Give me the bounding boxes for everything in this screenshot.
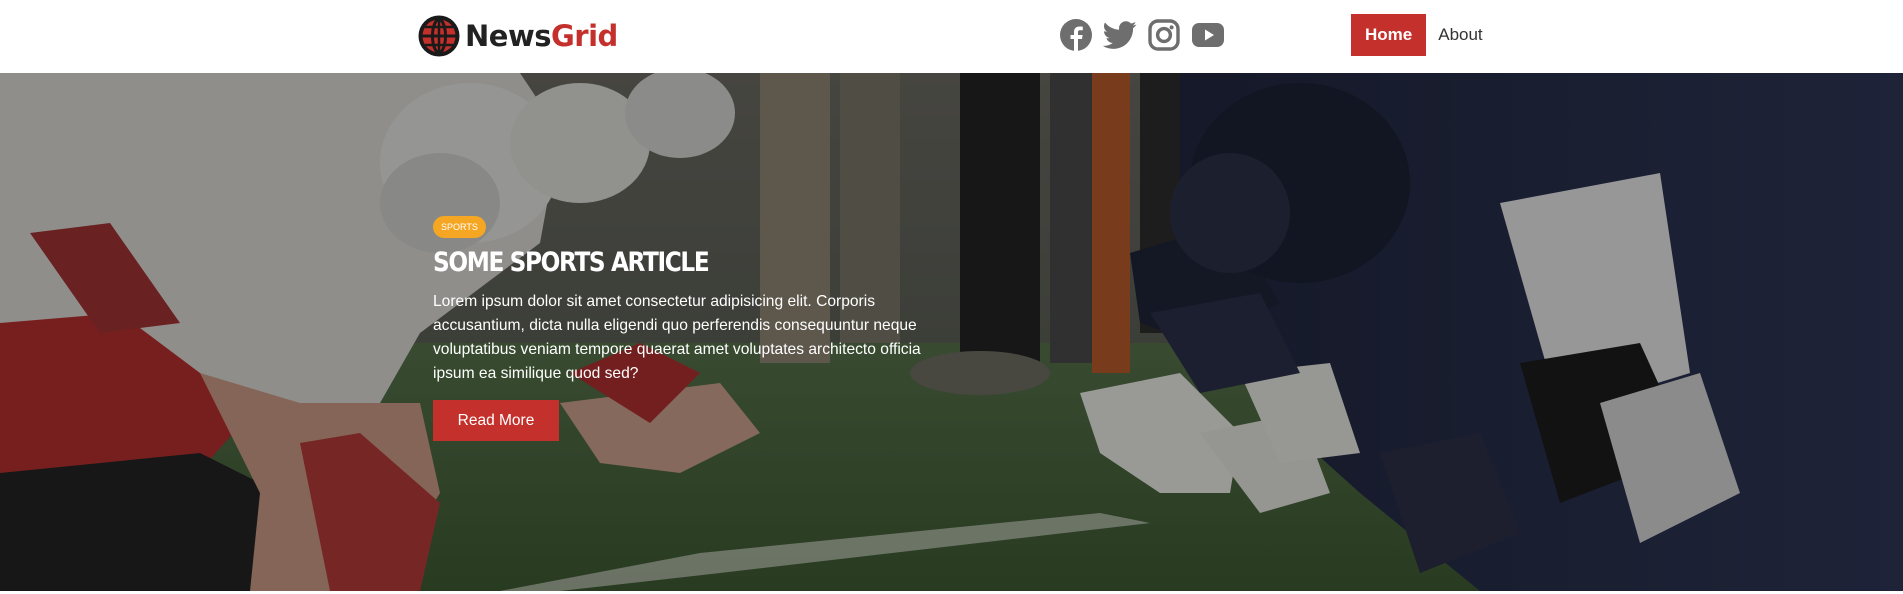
category-badge[interactable]: SPORTS [433, 216, 486, 238]
brand-name: NewsGrid [465, 18, 618, 53]
twitter-icon [1103, 21, 1137, 49]
youtube-icon [1192, 23, 1224, 47]
instagram-link[interactable] [1147, 18, 1181, 52]
twitter-link[interactable] [1103, 18, 1137, 52]
globe-icon [418, 15, 460, 57]
youtube-link[interactable] [1191, 18, 1225, 52]
instagram-icon [1148, 19, 1180, 51]
social-links [1059, 17, 1225, 53]
nav-about[interactable]: About [1426, 14, 1494, 56]
facebook-link[interactable] [1059, 18, 1093, 52]
article-title: SOME SPORTS ARTICLE [433, 247, 710, 278]
main-nav: Home About [1351, 14, 1495, 56]
brand-name-grid: Grid [551, 18, 618, 53]
hero-banner: SPORTS SOME SPORTS ARTICLE Lorem ipsum d… [0, 73, 1903, 591]
nav-home[interactable]: Home [1351, 14, 1427, 56]
facebook-icon [1060, 19, 1092, 51]
brand-name-news: News [465, 18, 552, 53]
site-logo[interactable]: NewsGrid [417, 14, 618, 58]
navbar: NewsGrid Home About [0, 0, 1903, 73]
hero-content: SPORTS SOME SPORTS ARTICLE Lorem ipsum d… [433, 216, 953, 442]
read-more-button[interactable]: Read More [433, 400, 559, 442]
article-excerpt: Lorem ipsum dolor sit amet consectetur a… [433, 293, 921, 383]
